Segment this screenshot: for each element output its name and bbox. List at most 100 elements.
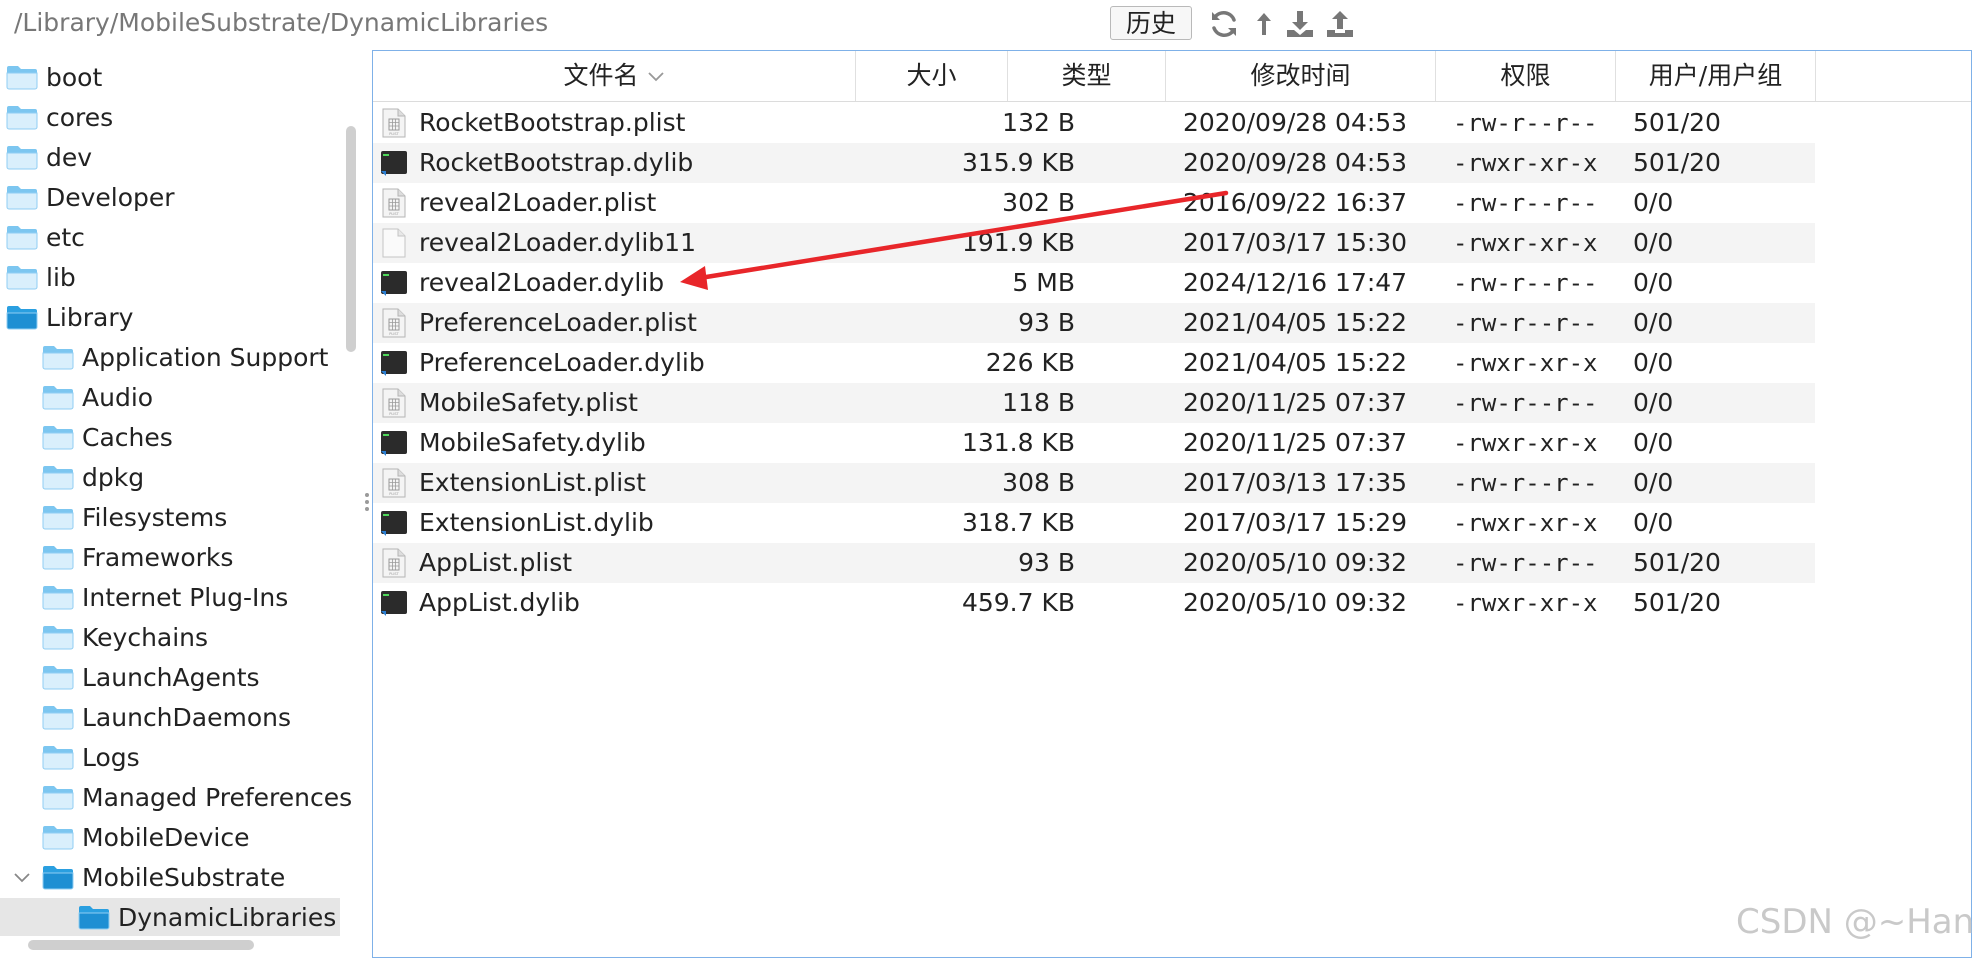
sidebar-item[interactable]: etc bbox=[6, 218, 85, 256]
file-list-pane: 文件名 大小 类型 修改时间 权限 用户/用户组 PLIST RocketBoot… bbox=[372, 50, 1972, 958]
sidebar-item[interactable]: boot bbox=[6, 58, 102, 96]
sidebar-item[interactable]: Application Support bbox=[42, 338, 328, 376]
splitter-handle[interactable] bbox=[362, 490, 372, 524]
sidebar-item[interactable]: Developer bbox=[6, 178, 175, 216]
table-row[interactable]: ExtensionList.dylib 318.7 KB 2017/03/17 15… bbox=[373, 503, 1815, 543]
file-modified: 2017/03/13 17:35 bbox=[1183, 468, 1408, 497]
upload-icon[interactable] bbox=[1324, 8, 1356, 40]
folder-icon bbox=[6, 266, 38, 290]
sidebar-item[interactable]: Managed Preferences bbox=[42, 778, 352, 816]
file-owner: 0/0 bbox=[1633, 468, 1674, 497]
plist-file-icon: PLIST bbox=[381, 108, 419, 138]
file-permissions: -rw-r--r-- bbox=[1453, 389, 1598, 417]
table-row[interactable]: PLIST reveal2Loader.plist 302 B 2016/09/22 … bbox=[373, 183, 1815, 223]
file-size: 132 B bbox=[1002, 108, 1075, 137]
table-row[interactable]: PLIST MobileSafety.plist 118 B 2020/11/25 0… bbox=[373, 383, 1815, 423]
table-row[interactable]: PLIST RocketBootstrap.plist 132 B 2020/09/2… bbox=[373, 103, 1815, 143]
file-permissions: -rwxr-xr-x bbox=[1453, 509, 1598, 537]
folder-icon bbox=[6, 226, 38, 250]
sidebar-item-label: cores bbox=[46, 102, 114, 132]
table-header: 文件名 大小 类型 修改时间 权限 用户/用户组 bbox=[373, 51, 1971, 102]
up-icon[interactable] bbox=[1248, 8, 1280, 40]
file-name-cell: PLIST reveal2Loader.plist bbox=[381, 183, 656, 223]
sidebar-item[interactable]: Audio bbox=[42, 378, 153, 416]
file-size: 315.9 KB bbox=[961, 148, 1075, 177]
file-name: reveal2Loader.dylib bbox=[419, 268, 665, 297]
sidebar-item-label: MobileSubstrate bbox=[82, 862, 286, 892]
sidebar-item[interactable]: Keychains bbox=[42, 618, 208, 656]
sidebar-item[interactable]: Library bbox=[6, 298, 133, 336]
sidebar-item[interactable]: cores bbox=[6, 98, 113, 136]
file-owner: 0/0 bbox=[1633, 228, 1674, 257]
history-button[interactable]: 历史 bbox=[1110, 6, 1192, 40]
column-header-name[interactable]: 文件名 bbox=[373, 51, 856, 101]
file-name: ExtensionList.plist bbox=[419, 468, 646, 497]
path-field[interactable]: /Library/MobileSubstrate/DynamicLibrarie… bbox=[14, 8, 548, 37]
executable-file-icon bbox=[381, 148, 419, 178]
sidebar-item[interactable]: Internet Plug-Ins bbox=[42, 578, 288, 616]
column-header-permissions[interactable]: 权限 bbox=[1436, 51, 1616, 101]
file-permissions: -rw-r--r-- bbox=[1453, 469, 1598, 497]
folder-icon bbox=[42, 746, 74, 770]
file-owner: 0/0 bbox=[1633, 308, 1674, 337]
file-owner: 501/20 bbox=[1633, 108, 1721, 137]
sidebar-item[interactable]: Logs bbox=[42, 738, 140, 776]
svg-text:PLIST: PLIST bbox=[389, 492, 399, 496]
file-size: 131.8 KB bbox=[961, 428, 1075, 457]
column-header-modified[interactable]: 修改时间 bbox=[1166, 51, 1436, 101]
table-row[interactable]: AppList.dylib 459.7 KB 2020/05/10 09:32 -rw… bbox=[373, 583, 1815, 623]
file-name: reveal2Loader.dylib11 bbox=[419, 228, 696, 257]
file-modified: 2016/09/22 16:37 bbox=[1183, 188, 1408, 217]
sidebar-item-label: DynamicLibraries bbox=[118, 902, 337, 932]
vertical-scrollbar[interactable] bbox=[346, 126, 356, 352]
folder-icon bbox=[42, 786, 74, 810]
file-modified: 2017/03/17 15:30 bbox=[1183, 228, 1408, 257]
sidebar-item[interactable]: dev bbox=[6, 138, 92, 176]
file-size: 118 B bbox=[1002, 388, 1075, 417]
column-header-size[interactable]: 大小 bbox=[856, 51, 1008, 101]
chevron-down-icon[interactable] bbox=[12, 868, 32, 888]
table-row[interactable]: PLIST PreferenceLoader.plist 93 B 2021/04/0… bbox=[373, 303, 1815, 343]
horizontal-scrollbar[interactable] bbox=[28, 940, 254, 950]
file-name: PreferenceLoader.dylib bbox=[419, 348, 705, 377]
folder-icon bbox=[42, 866, 74, 890]
file-name: AppList.plist bbox=[419, 548, 573, 577]
file-permissions: -rw-r--r-- bbox=[1453, 309, 1598, 337]
sidebar-item[interactable]: DynamicLibraries bbox=[0, 898, 340, 936]
file-name: AppList.dylib bbox=[419, 588, 580, 617]
file-owner: 0/0 bbox=[1633, 508, 1674, 537]
refresh-icon[interactable] bbox=[1208, 8, 1240, 40]
file-modified: 2024/12/16 17:47 bbox=[1183, 268, 1408, 297]
column-header-type[interactable]: 类型 bbox=[1008, 51, 1166, 101]
sidebar-item[interactable]: MobileSubstrate bbox=[42, 858, 285, 896]
download-icon[interactable] bbox=[1284, 8, 1316, 40]
sidebar-item[interactable]: dpkg bbox=[42, 458, 144, 496]
file-size: 93 B bbox=[1018, 548, 1075, 577]
toolbar: /Library/MobileSubstrate/DynamicLibrarie… bbox=[0, 0, 1972, 48]
sidebar-item[interactable]: Frameworks bbox=[42, 538, 233, 576]
table-row[interactable]: PLIST ExtensionList.plist 308 B 2017/03/13 … bbox=[373, 463, 1815, 503]
file-modified: 2020/09/28 04:53 bbox=[1183, 148, 1408, 177]
sidebar-item[interactable]: MobileDevice bbox=[42, 818, 250, 856]
table-row[interactable]: PLIST AppList.plist 93 B 2020/05/10 09:32 -r… bbox=[373, 543, 1815, 583]
table-row[interactable]: reveal2Loader.dylib 5 MB 2024/12/16 17:47 -… bbox=[373, 263, 1815, 303]
file-size: 93 B bbox=[1018, 308, 1075, 337]
sidebar-item[interactable]: LaunchDaemons bbox=[42, 698, 291, 736]
file-permissions: -rw-r--r-- bbox=[1453, 269, 1598, 297]
folder-icon bbox=[6, 186, 38, 210]
sidebar-item[interactable]: Filesystems bbox=[42, 498, 227, 536]
table-row[interactable]: PreferenceLoader.dylib 226 KB 2021/04/05 1… bbox=[373, 343, 1815, 383]
file-name-cell: PLIST AppList.plist bbox=[381, 543, 572, 583]
folder-icon bbox=[6, 306, 38, 330]
column-header-owner[interactable]: 用户/用户组 bbox=[1616, 51, 1816, 101]
sidebar-item[interactable]: lib bbox=[6, 258, 76, 296]
table-row[interactable]: RocketBootstrap.dylib 315.9 KB 2020/09/28 … bbox=[373, 143, 1815, 183]
file-permissions: -rwxr-xr-x bbox=[1453, 429, 1598, 457]
file-size: 302 B bbox=[1002, 188, 1075, 217]
sidebar-item[interactable]: Caches bbox=[42, 418, 173, 456]
file-name: MobileSafety.plist bbox=[419, 388, 638, 417]
table-row[interactable]: MobileSafety.dylib 131.8 KB 2020/11/25 07:… bbox=[373, 423, 1815, 463]
sidebar-item[interactable]: LaunchAgents bbox=[42, 658, 260, 696]
folder-icon bbox=[42, 826, 74, 850]
table-row[interactable]: reveal2Loader.dylib11 191.9 KB 2017/03/17 … bbox=[373, 223, 1815, 263]
